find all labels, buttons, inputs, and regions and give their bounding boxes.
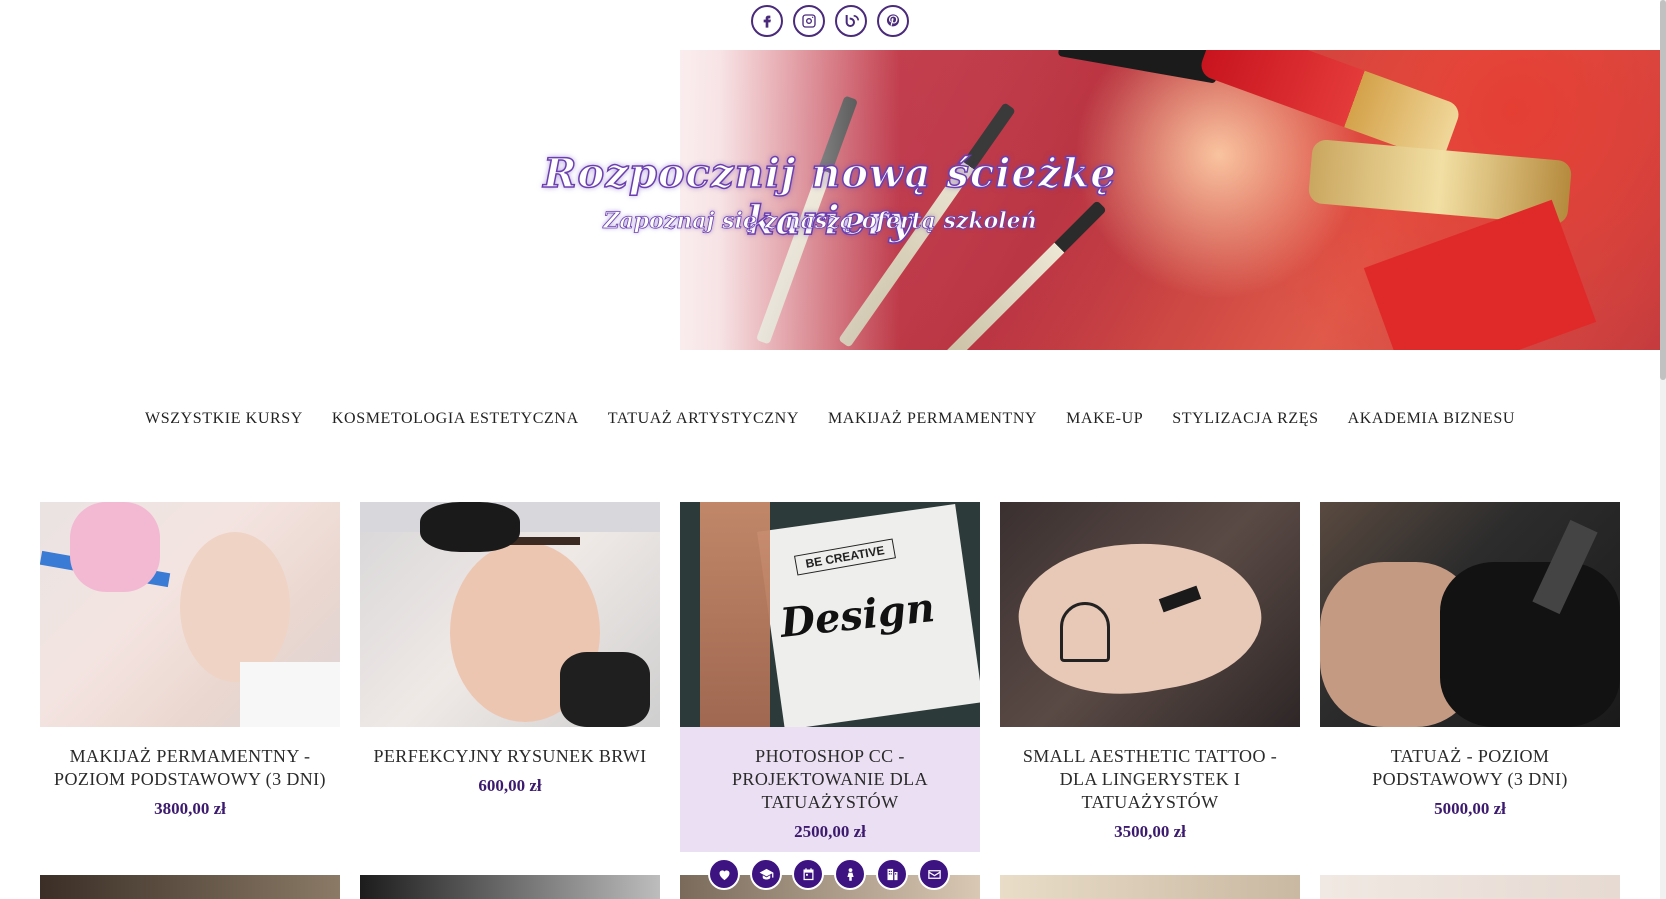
product-image[interactable] [360,502,660,727]
favorites-button[interactable] [708,858,740,890]
product-image[interactable] [1320,502,1620,727]
product-price: 5000,00 zł [1434,799,1506,818]
product-price: 3800,00 zł [154,799,226,818]
instructor-button[interactable] [834,858,866,890]
product-image[interactable] [1000,502,1300,727]
building-icon [887,868,897,880]
product-image[interactable] [40,875,340,899]
hero-subtitle: Zapoznaj się z naszą ofertą szkoleń [603,208,1037,235]
blog-icon [845,15,859,27]
calendar-icon [803,867,813,880]
social-links [751,5,909,37]
page-scrollbar[interactable] [1660,0,1666,899]
product-card[interactable]: BE CREATIVE Design PHOTOSHOP CC - PROJEK… [680,502,980,852]
product-title[interactable]: PHOTOSHOP CC - PROJEKTOWANIE DLA TATUAŻY… [680,727,980,814]
nav-item-business-academy[interactable]: AKADEMIA BIZNESU [1348,410,1515,428]
product-price: 600,00 zł [478,776,542,795]
nav-item-cosmetology[interactable]: KOSMETOLOGIA ESTETYCZNA [332,410,579,428]
nav-item-lashes[interactable]: STYLIZACJA RZĘS [1172,410,1318,428]
nav-item-makeup[interactable]: MAKE-UP [1066,410,1143,428]
product-image[interactable] [40,502,340,727]
pinterest-icon [886,14,900,27]
facebook-link[interactable] [751,5,783,37]
facebook-icon [763,15,771,28]
product-title[interactable]: TATUAŻ - POZIOM PODSTAWOWY (3 DNI) [1320,727,1620,791]
instagram-icon [802,14,816,28]
instagram-link[interactable] [793,5,825,37]
product-card[interactable]: PERFEKCYJNY RYSUNEK BRWI 600,00 zł [360,502,660,852]
nav-item-tattoo[interactable]: TATUAŻ ARTYSTYCZNY [608,410,799,428]
scrollbar-thumb[interactable] [1660,0,1666,380]
hero-banner: Rozpocznij nową ścieżkę kariery Zapoznaj… [0,50,1660,350]
product-title[interactable]: MAKIJAŻ PERMAMENTNY - POZIOM PODSTAWOWY … [40,727,340,791]
floating-action-bar [708,858,950,890]
product-card[interactable]: SMALL AESTHETIC TATTOO - DLA LINGERYSTEK… [1000,502,1300,852]
academy-button[interactable] [876,858,908,890]
product-title[interactable]: SMALL AESTHETIC TATTOO - DLA LINGERYSTEK… [1000,727,1300,814]
product-price: 3500,00 zł [1114,822,1186,841]
product-card[interactable]: TATUAŻ - POZIOM PODSTAWOWY (3 DNI) 5000,… [1320,502,1620,852]
product-image[interactable] [360,875,660,899]
graduation-cap-icon [759,868,773,879]
product-image[interactable] [1000,875,1300,899]
nav-item-all-courses[interactable]: WSZYSTKIE KURSY [145,410,303,428]
blog-link[interactable] [835,5,867,37]
person-icon [846,867,854,881]
product-card[interactable]: MAKIJAŻ PERMAMENTNY - POZIOM PODSTAWOWY … [40,502,340,852]
product-image[interactable]: BE CREATIVE Design [680,502,980,727]
envelope-icon [927,869,941,879]
pinterest-link[interactable] [877,5,909,37]
product-grid: MAKIJAŻ PERMAMENTNY - POZIOM PODSTAWOWY … [40,502,1620,852]
heart-icon [719,869,729,880]
nav-item-permanent-makeup[interactable]: MAKIJAŻ PERMAMENTNY [828,410,1037,428]
calendar-button[interactable] [792,858,824,890]
courses-button[interactable] [750,858,782,890]
product-image[interactable] [1320,875,1620,899]
product-price: 2500,00 zł [794,822,866,841]
category-nav: WSZYSTKIE KURSY KOSMETOLOGIA ESTETYCZNA … [0,410,1660,428]
contact-button[interactable] [918,858,950,890]
product-title[interactable]: PERFEKCYJNY RYSUNEK BRWI [360,727,660,768]
